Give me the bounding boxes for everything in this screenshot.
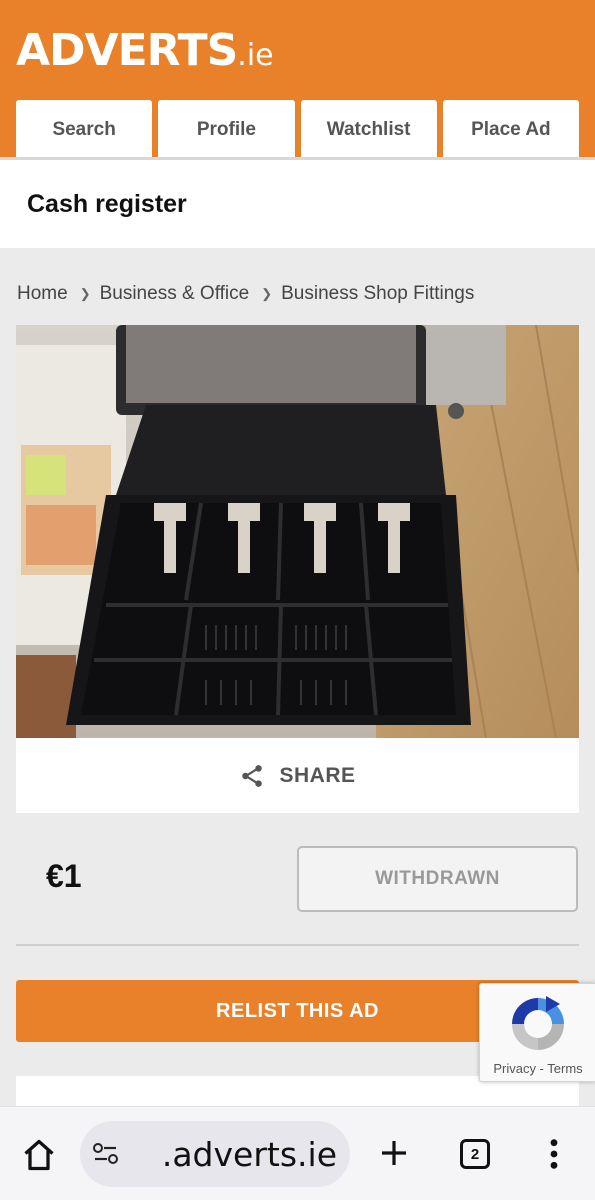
- recaptcha-badge[interactable]: Privacy - Terms: [479, 983, 595, 1082]
- main-nav: Search Profile Watchlist Place Ad: [16, 100, 579, 160]
- menu-icon[interactable]: [547, 1137, 561, 1171]
- url-text: .adverts.ie: [161, 1135, 337, 1174]
- site-settings-icon[interactable]: [92, 1142, 120, 1166]
- section-divider: [16, 944, 579, 946]
- logo-main-text: ADVERTS: [16, 25, 238, 76]
- share-label: SHARE: [279, 763, 356, 787]
- new-tab-icon[interactable]: [378, 1135, 410, 1171]
- chevron-right-icon: ❯: [79, 286, 91, 301]
- withdrawn-status-button: WITHDRAWN: [297, 846, 578, 912]
- chevron-right-icon: ❯: [261, 286, 273, 301]
- breadcrumb-home-link[interactable]: Home: [17, 283, 68, 305]
- site-header: ADVERTS .ie Search Profile Watchlist Plac…: [0, 0, 595, 160]
- nav-watchlist-button[interactable]: Watchlist: [300, 100, 437, 160]
- ad-price: €1: [46, 858, 82, 894]
- share-icon: [242, 764, 263, 787]
- home-icon[interactable]: [20, 1137, 58, 1173]
- share-button[interactable]: SHARE: [16, 738, 579, 813]
- nav-search-button[interactable]: Search: [16, 100, 153, 160]
- page-title: Cash register: [27, 190, 187, 218]
- ad-photo[interactable]: [16, 325, 579, 738]
- browser-toolbar: .adverts.ie 2: [0, 1106, 595, 1200]
- nav-place-ad-button[interactable]: Place Ad: [442, 100, 579, 160]
- tab-count: 2: [470, 1145, 480, 1163]
- cash-drawer-photo: [16, 325, 579, 738]
- address-bar[interactable]: .adverts.ie: [80, 1121, 350, 1187]
- nav-profile-button[interactable]: Profile: [158, 100, 295, 160]
- breadcrumb-subcategory-link[interactable]: Business Shop Fittings: [281, 283, 474, 305]
- title-bar: Cash register: [0, 160, 595, 248]
- tab-switcher-icon[interactable]: 2: [460, 1139, 490, 1169]
- breadcrumb-category-link[interactable]: Business & Office: [100, 283, 250, 305]
- recaptcha-privacy-terms-link[interactable]: Privacy - Terms: [480, 1061, 595, 1076]
- breadcrumb: Home ❯ Business & Office ❯ Business Shop…: [17, 283, 474, 305]
- recaptcha-icon: [512, 996, 564, 1050]
- logo-tld-text: .ie: [237, 38, 274, 73]
- adverts-logo[interactable]: ADVERTS .ie: [16, 26, 274, 76]
